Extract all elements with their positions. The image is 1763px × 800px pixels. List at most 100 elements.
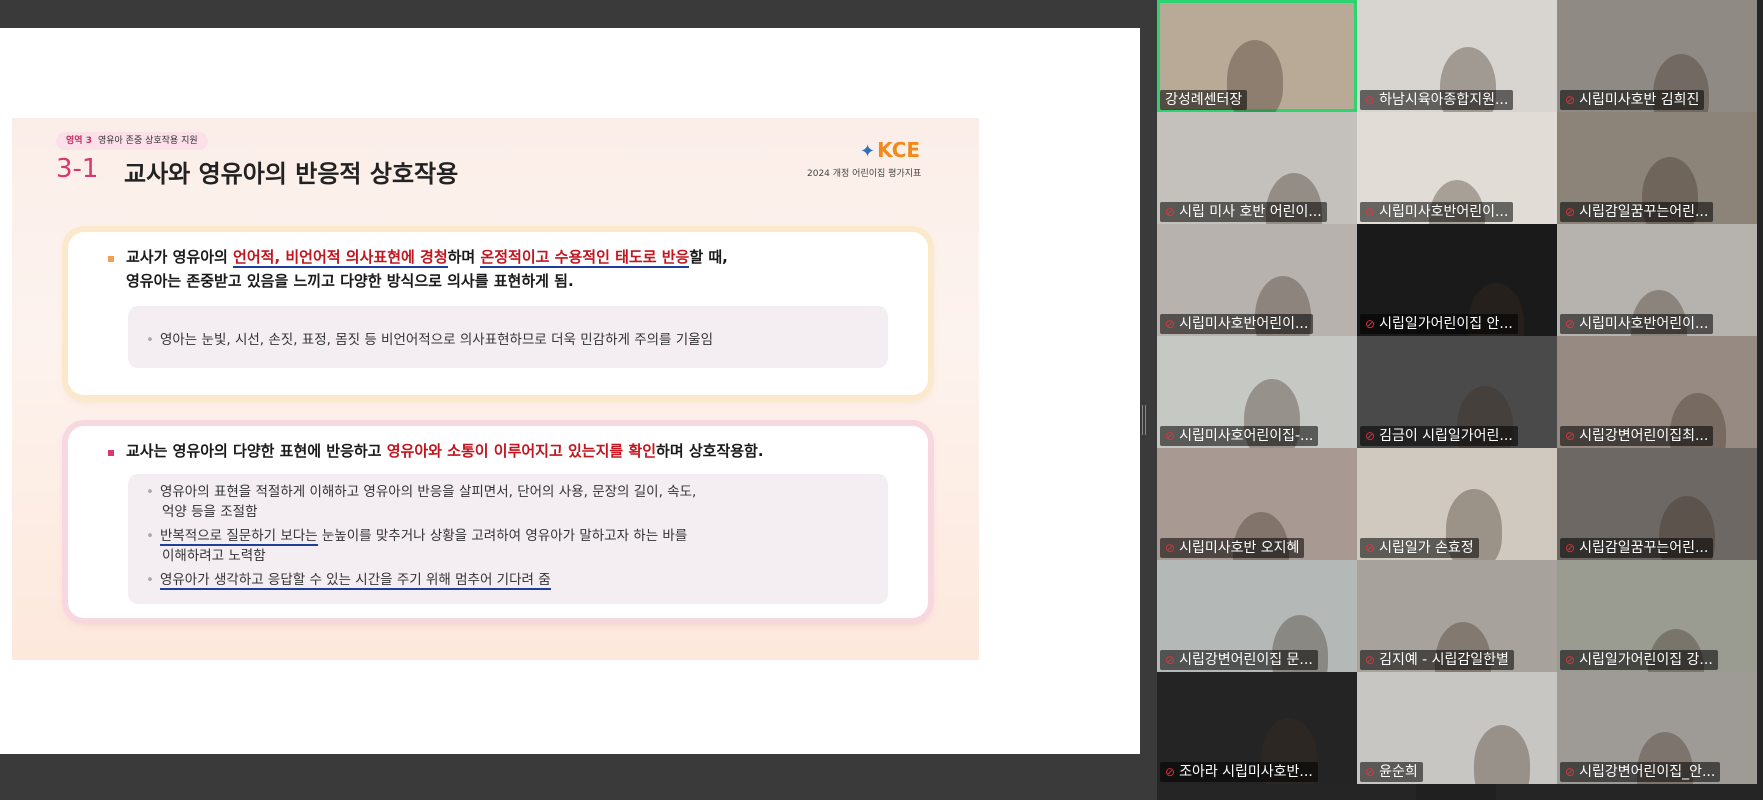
participant-name: 시립감일꿈꾸는어린... [1579, 540, 1709, 556]
card2-sub-item-2-cont: 이해하려고 노력함 [162, 548, 266, 564]
participant-tile[interactable]: ⊘ 시립일가 손효정 [1357, 448, 1557, 560]
participant-name-label: ⊘ 윤순희 [1360, 762, 1423, 782]
muted-mic-icon: ⊘ [1565, 93, 1576, 107]
kce-logo: ✦ KCE [860, 138, 921, 162]
participant-tile[interactable]: ⊘ 시립미사호반 오지혜 [1157, 448, 1357, 560]
participant-tile[interactable]: ⊘ 시립강변어린이집최... [1557, 336, 1757, 448]
participant-name: 시립미사호어린이집-... [1179, 428, 1314, 444]
participant-name-label: ⊘ 시립미사호반 김희진 [1560, 90, 1705, 110]
card2-sub-item-3: • 영유아가 생각하고 응답할 수 있는 시간을 주기 위해 멈추어 기다려 줌 [146, 572, 551, 590]
muted-mic-icon: ⊘ [1165, 653, 1176, 667]
participant-name: 시립일가 손효정 [1379, 540, 1474, 556]
area-tag-label: 영유아 존중 상호작용 지원 [97, 136, 198, 146]
content-card-1: 교사가 영유아의 언어적, 비언어적 의사표현에 경청하며 온정적이고 수용적인… [68, 232, 928, 395]
muted-mic-icon: ⊘ [1165, 429, 1176, 443]
participant-name-label: ⊘ 시립강변어린이집_안... [1560, 762, 1721, 782]
card2-sub-box: • 영유아의 표현을 적절하게 이해하고 영유아의 반응을 살피면서, 단어의 사… [128, 474, 888, 604]
participant-name-label: ⊘ 조아라 시립미사호반... [1160, 762, 1318, 782]
participant-name: 시립강변어린이집 문... [1179, 652, 1313, 668]
muted-mic-icon: ⊘ [1365, 205, 1376, 219]
content-card-2: 교사는 영유아의 다양한 표현에 반응하고 영유아와 소통이 이루어지고 있는지… [68, 426, 928, 618]
participant-gallery: 강성례센터장 ⊘ 하남시육아종합지원... ⊘ 시립미사호반 김희진 ⊘ 시립 미사 호반 … [1157, 0, 1763, 800]
card1-line2: 영유아는 존중받고 있음을 느끼고 다양한 방식으로 의사를 표현하게 됨. [126, 272, 574, 290]
participant-name: 시립일가어린이집 안... [1379, 316, 1513, 332]
participant-tile[interactable]: ⊘ 시립일가어린이집 안... [1357, 224, 1557, 336]
participant-name-label: ⊘ 시립강변어린이집 문... [1160, 650, 1318, 670]
participant-name: 시립강변어린이집최... [1579, 428, 1709, 444]
square-bullet-icon [108, 256, 114, 262]
participant-name: 시립강변어린이집_안... [1579, 764, 1716, 780]
area-tag: 영역 3 영유아 존중 상호작용 지원 [56, 132, 208, 150]
muted-mic-icon: ⊘ [1565, 429, 1576, 443]
muted-mic-icon: ⊘ [1165, 317, 1176, 331]
participant-tile[interactable]: ⊘ 조아라 시립미사호반... [1157, 672, 1357, 784]
participant-name-label: ⊘ 시립감일꿈꾸는어린... [1560, 538, 1714, 558]
participant-name: 시립 미사 호반 어린이... [1179, 204, 1322, 220]
gallery-bottom-bar [1416, 784, 1496, 800]
participant-tile[interactable]: ⊘ 시립감일꿈꾸는어린... [1557, 448, 1757, 560]
logo-subtitle: 2024 개정 어린이집 평가지표 [807, 169, 922, 179]
participant-tile[interactable]: ⊘ 시립 미사 호반 어린이... [1157, 112, 1357, 224]
muted-mic-icon: ⊘ [1365, 317, 1376, 331]
participant-name: 강성례센터장 [1165, 92, 1243, 108]
participant-tile[interactable]: 강성례센터장 [1157, 0, 1357, 112]
participant-name: 하남시육아종합지원... [1379, 92, 1509, 108]
muted-mic-icon: ⊘ [1365, 93, 1376, 107]
participant-tile[interactable]: ⊘ 하남시육아종합지원... [1357, 0, 1557, 112]
participant-name-label: 강성례센터장 [1160, 90, 1248, 110]
participant-tile[interactable]: ⊘ 김지예 - 시립감일한별 [1357, 560, 1557, 672]
section-number: 3-1 [56, 154, 99, 184]
muted-mic-icon: ⊘ [1165, 205, 1176, 219]
participant-name: 시립미사호반 김희진 [1579, 92, 1700, 108]
participant-name-label: ⊘ 시립감일꿈꾸는어린... [1560, 202, 1714, 222]
shared-screen: 영역 3 영유아 존중 상호작용 지원 3-1 교사와 영유아의 반응적 상호작용… [0, 28, 1140, 754]
participant-name: 시립미사호반어린이... [1579, 316, 1709, 332]
participant-tile[interactable]: ⊘ 시립미사호반어린이... [1357, 112, 1557, 224]
person-logo-icon: ✦ [860, 141, 876, 162]
participant-tile[interactable]: ⊘ 시립강변어린이집 문... [1157, 560, 1357, 672]
card2-line1: 교사는 영유아의 다양한 표현에 반응하고 영유아와 소통이 이루어지고 있는지… [126, 442, 764, 460]
participant-tile[interactable]: ⊘ 시립미사호반어린이... [1157, 224, 1357, 336]
square-bullet-icon [108, 450, 114, 456]
muted-mic-icon: ⊘ [1565, 653, 1576, 667]
card1-sub-item-1: • 영아는 눈빛, 시선, 손짓, 표정, 몸짓 등 비언어적으로 의사표현하므로… [146, 332, 714, 348]
participant-tile[interactable]: ⊘ 김금이 시립일가어린... [1357, 336, 1557, 448]
participant-name-label: ⊘ 시립미사호반 오지혜 [1160, 538, 1305, 558]
card2-sub-item-1: • 영유아의 표현을 적절하게 이해하고 영유아의 반응을 살피면서, 단어의 사… [146, 484, 697, 500]
participant-name-label: ⊘ 시립일가 손효정 [1360, 538, 1479, 558]
participant-video [1474, 725, 1530, 784]
participant-name: 시립미사호반어린이... [1379, 204, 1509, 220]
participant-name-label: ⊘ 김지예 - 시립감일한별 [1360, 650, 1514, 670]
presentation-slide: 영역 3 영유아 존중 상호작용 지원 3-1 교사와 영유아의 반응적 상호작용… [12, 118, 979, 660]
participant-name: 조아라 시립미사호반... [1179, 764, 1313, 780]
participant-name-label: ⊘ 시립미사호반어린이... [1160, 314, 1314, 334]
muted-mic-icon: ⊘ [1565, 317, 1576, 331]
section-title: 교사와 영유아의 반응적 상호작용 [124, 160, 459, 188]
participant-tile[interactable]: ⊘ 시립미사호어린이집-... [1157, 336, 1357, 448]
participant-tile[interactable]: ⊘ 시립미사호반어린이... [1557, 224, 1757, 336]
participant-name-label: ⊘ 하남시육아종합지원... [1360, 90, 1514, 110]
participant-name: 윤순희 [1379, 764, 1418, 780]
participant-tile[interactable]: ⊘ 시립강변어린이집_안... [1557, 672, 1757, 784]
muted-mic-icon: ⊘ [1565, 205, 1576, 219]
participant-name-label: ⊘ 시립미사호반어린이... [1560, 314, 1714, 334]
card1-sub-box: • 영아는 눈빛, 시선, 손짓, 표정, 몸짓 등 비언어적으로 의사표현하므로… [128, 306, 888, 368]
muted-mic-icon: ⊘ [1165, 541, 1176, 555]
card2-sub-item-1-cont: 억양 등을 조절함 [162, 504, 258, 520]
muted-mic-icon: ⊘ [1365, 541, 1376, 555]
participant-name-label: ⊘ 시립미사호반어린이... [1360, 202, 1514, 222]
participant-tile[interactable]: ⊘ 윤순희 [1357, 672, 1557, 784]
participant-name-label: ⊘ 김금이 시립일가어린... [1360, 426, 1518, 446]
participant-name: 시립일가어린이집 강... [1579, 652, 1713, 668]
participant-tile[interactable]: ⊘ 시립미사호반 김희진 [1557, 0, 1757, 112]
participant-name: 김지예 - 시립감일한별 [1379, 652, 1509, 668]
panel-resize-handle[interactable] [1142, 405, 1146, 435]
muted-mic-icon: ⊘ [1565, 541, 1576, 555]
participant-name-label: ⊘ 시립일가어린이집 안... [1360, 314, 1518, 334]
participant-tile[interactable]: ⊘ 시립감일꿈꾸는어린... [1557, 112, 1757, 224]
participant-name-label: ⊘ 시립강변어린이집최... [1560, 426, 1714, 446]
muted-mic-icon: ⊘ [1565, 765, 1576, 779]
participant-tile[interactable]: ⊘ 시립일가어린이집 강... [1557, 560, 1757, 672]
muted-mic-icon: ⊘ [1365, 429, 1376, 443]
participant-name-label: ⊘ 시립미사호어린이집-... [1160, 426, 1319, 446]
